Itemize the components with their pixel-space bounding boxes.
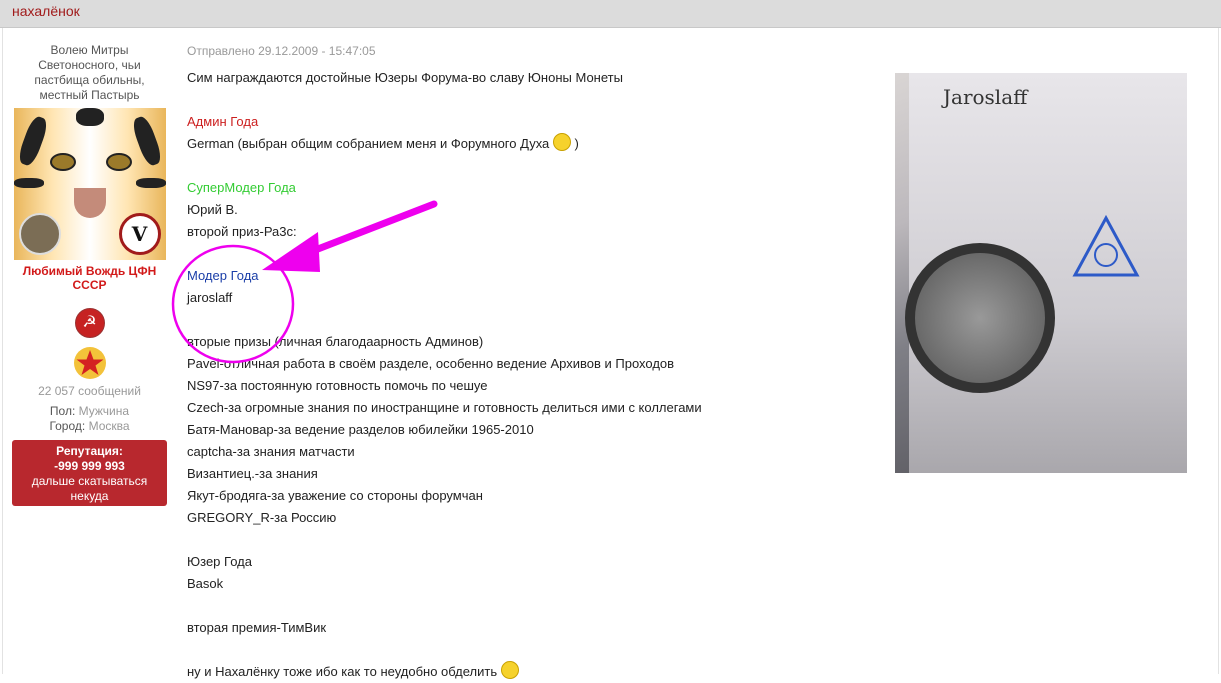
last-line-text: ну и Нахалёнку тоже ибо как то неудобно … (187, 664, 498, 679)
supermod-title: СуперМодер Года (187, 180, 296, 195)
reputation-note: дальше скатываться некуда (31, 474, 148, 503)
post-count: 22 057 сообщений (38, 384, 141, 398)
supermod-name: Юрий В. (187, 202, 238, 217)
admin-text: German (выбран общим собранием меня и Фо… (187, 136, 550, 151)
reputation-value: -999 999 993 (54, 459, 125, 473)
prize-line: Византиец.-за знания (187, 466, 318, 481)
post-intro: Сим награждаются достойные Юзеры Форума-… (187, 70, 623, 85)
prize-line: captcha-за знания матчасти (187, 444, 355, 459)
admin-title: Админ Года (187, 114, 259, 129)
admin-line: German (выбран общим собранием меня и Фо… (187, 133, 887, 155)
prize-line: Czech-за огромные знания по иностранщине… (187, 400, 702, 415)
smiley-icon (500, 661, 519, 679)
user-name: Basok (187, 576, 224, 591)
supermod-second: второй приз-Ра3с: (187, 224, 297, 239)
right-divider (1218, 28, 1219, 674)
prize-line: Якут-бродяга-за уважение со стороны фору… (187, 488, 483, 503)
author-info: Пол: Мужчина Город: Москва (10, 404, 169, 434)
photo-label: Jaroslaff (943, 85, 1028, 109)
user-title: Юзер Года (187, 554, 252, 569)
red-star-icon (73, 346, 107, 380)
city-label: Город: (49, 419, 86, 433)
prize-line: GREGORY_R-за Россию (187, 510, 337, 525)
post-author-name[interactable]: нахалёнок (12, 3, 80, 19)
moder-title: Модер Года (187, 268, 259, 283)
reputation-box: Репутация: -999 999 993 дальше скатывать… (12, 440, 167, 506)
avatar[interactable]: V (13, 108, 166, 260)
prize-line: Батя-Мановар-за ведение разделов юбилейк… (187, 422, 534, 437)
author-rank: Любимый Вождь ЦФН СССР (22, 264, 157, 292)
left-divider (2, 28, 3, 674)
otk-stamp-icon (1072, 214, 1140, 277)
smiley-icon (552, 133, 571, 151)
post-header-bar: нахалёнок (0, 0, 1221, 28)
gender-label: Пол: (49, 404, 76, 418)
admin-close: ) (574, 136, 579, 151)
prize-line: Pavel-отличная работа в своём разделе, о… (187, 356, 675, 371)
user-second: вторая премия-ТимВик (187, 620, 327, 635)
hammer-sickle-icon: ☭ (74, 308, 105, 338)
ring-image (905, 243, 1055, 393)
city-value: Москва (88, 419, 130, 433)
prize-line: NS97-за постоянную готовность помочь по … (187, 378, 488, 393)
author-sidebar: Волею Митры Светоносного, чьи пастбища о… (10, 43, 169, 506)
attached-photo[interactable]: Jaroslaff (895, 73, 1187, 473)
moder-name: jaroslaff (187, 290, 233, 305)
gender-value: Мужчина (78, 404, 130, 418)
v-badge-icon: V (118, 213, 161, 255)
author-motto: Волею Митры Светоносного, чьи пастбища о… (34, 43, 145, 102)
second-prizes-heading: вторые призы (личная благодаарность Адми… (187, 334, 484, 349)
medal-icon (18, 213, 61, 255)
last-line: ну и Нахалёнку тоже ибо как то неудобно … (187, 661, 887, 683)
post-date: Отправлено 29.12.2009 - 15:47:05 (187, 44, 376, 58)
post-body: Отправлено 29.12.2009 - 15:47:05 Сим наг… (187, 43, 887, 683)
reputation-label: Репутация: (56, 444, 123, 458)
